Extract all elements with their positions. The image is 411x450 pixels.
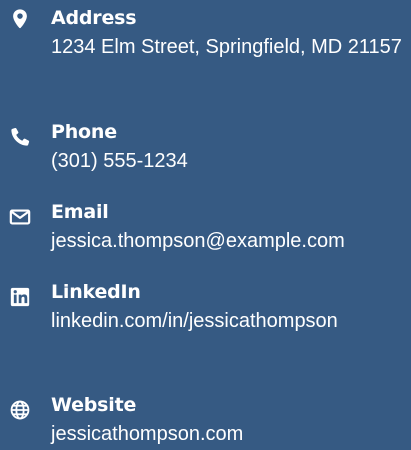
- linkedin-text-block: LinkedIn linkedin.com/in/jessicathompson: [51, 280, 407, 336]
- linkedin-label: LinkedIn: [51, 281, 141, 303]
- address-label: Address: [51, 7, 137, 29]
- contact-list: Address 1234 Elm Street, Springfield, MD…: [0, 0, 411, 450]
- phone-text-block: Phone (301) 555-1234: [51, 120, 407, 176]
- email-label: Email: [51, 201, 109, 223]
- website-value[interactable]: jessicathompson.com: [51, 419, 407, 449]
- linkedin-icon: [9, 286, 31, 308]
- website-text-block: Website jessicathompson.com: [51, 393, 407, 449]
- email-value[interactable]: jessica.thompson@example.com: [51, 226, 407, 256]
- website-label: Website: [51, 394, 137, 416]
- map-marker-icon: [9, 8, 31, 30]
- linkedin-value[interactable]: linkedin.com/in/jessicathompson: [51, 306, 407, 336]
- email-text-block: Email jessica.thompson@example.com: [51, 200, 407, 256]
- address-value: 1234 Elm Street, Springfield, MD 21157: [51, 36, 402, 58]
- address-text-block: Address 1234 Elm Street, Springfield, MD…: [51, 6, 407, 62]
- phone-label: Phone: [51, 121, 117, 143]
- phone-value[interactable]: (301) 555-1234: [51, 146, 407, 176]
- globe-icon: [9, 399, 31, 421]
- envelope-icon: [9, 206, 31, 228]
- phone-icon: [9, 126, 31, 148]
